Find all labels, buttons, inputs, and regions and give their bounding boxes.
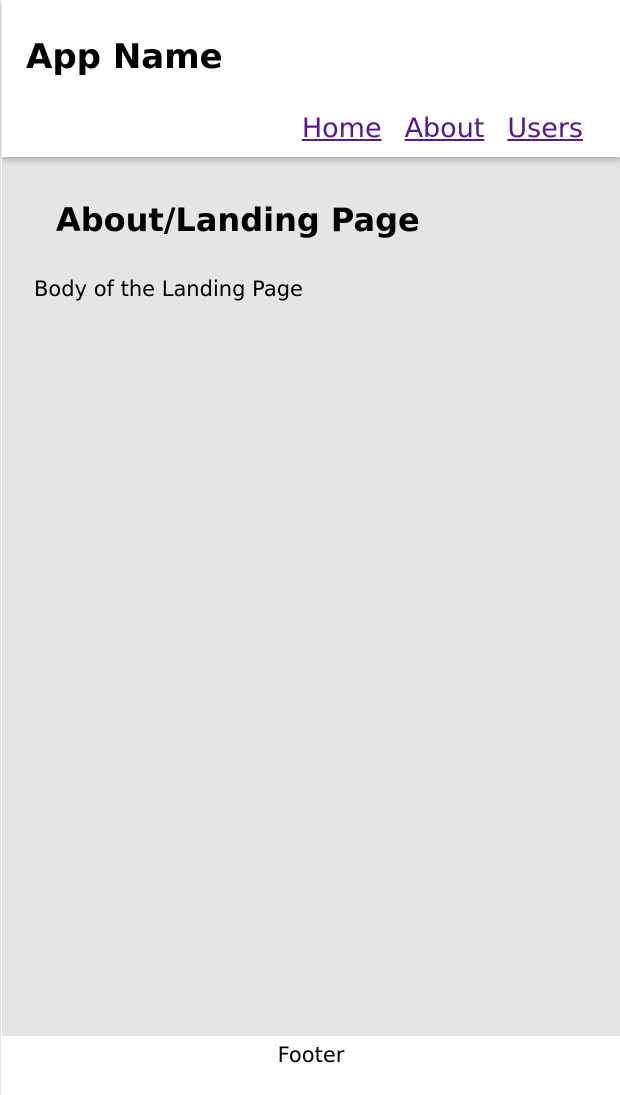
app-frame: App Name Home About Users About/Landing … xyxy=(0,0,620,1095)
nav-link-users[interactable]: Users xyxy=(507,112,583,146)
page-body-text: Body of the Landing Page xyxy=(34,277,303,301)
app-footer: Footer xyxy=(2,1036,620,1095)
footer-text: Footer xyxy=(277,1043,345,1067)
app-name: App Name xyxy=(26,37,223,77)
main-content: About/Landing Page Body of the Landing P… xyxy=(2,157,620,1036)
app-header: App Name Home About Users xyxy=(2,0,620,157)
nav-link-home[interactable]: Home xyxy=(302,112,382,146)
main-nav: Home About Users xyxy=(302,112,583,146)
page-title: About/Landing Page xyxy=(56,201,420,239)
nav-link-about[interactable]: About xyxy=(405,112,485,146)
